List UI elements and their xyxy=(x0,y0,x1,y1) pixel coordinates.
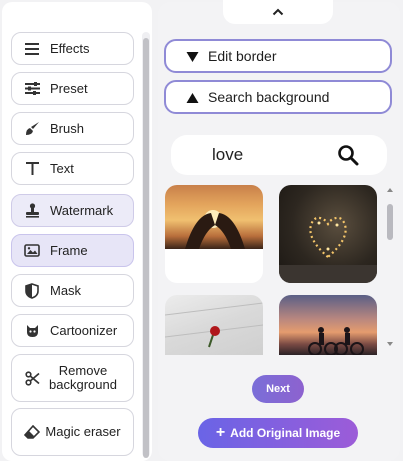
result-image-card[interactable] xyxy=(279,185,377,283)
tool-text[interactable]: Text xyxy=(11,152,134,185)
image-frame-icon xyxy=(23,242,41,260)
tool-label: Effects xyxy=(50,40,90,56)
add-original-image-label: Add Original Image xyxy=(230,426,341,440)
search-background-label: Search background xyxy=(208,89,330,105)
tool-watermark[interactable]: Watermark xyxy=(11,194,134,227)
brush-icon xyxy=(23,120,41,138)
tool-mask[interactable]: Mask xyxy=(11,274,134,307)
result-image[interactable] xyxy=(165,295,263,355)
tool-label: Cartoonizer xyxy=(50,322,118,338)
tool-preset[interactable]: Preset xyxy=(11,72,134,105)
sliders-icon xyxy=(23,80,41,98)
tool-label: Text xyxy=(50,160,74,176)
tool-remove-background[interactable]: Remove background xyxy=(11,354,134,402)
tool-effects[interactable]: Effects xyxy=(11,32,134,65)
stamp-icon xyxy=(23,202,41,220)
tool-label: Watermark xyxy=(50,202,114,218)
result-image-card[interactable] xyxy=(279,295,377,355)
tool-label: Frame xyxy=(50,242,88,258)
text-icon xyxy=(23,160,41,178)
tools-sidebar: Effects Preset Brush Text Watermark Fram… xyxy=(2,2,152,461)
triangle-down-icon xyxy=(186,50,199,62)
collapse-panel-button[interactable] xyxy=(223,0,333,24)
result-image[interactable] xyxy=(165,185,263,249)
chevron-up-icon xyxy=(272,3,284,21)
edit-border-label: Edit border xyxy=(208,48,277,64)
cartoon-icon xyxy=(23,322,41,340)
tool-label: Magic eraser xyxy=(45,424,121,439)
scissors-icon xyxy=(23,369,41,387)
tool-frame[interactable]: Frame xyxy=(11,234,134,267)
eraser-icon xyxy=(23,423,41,441)
next-button[interactable]: Next xyxy=(252,375,304,403)
tool-magic-eraser[interactable]: Magic eraser xyxy=(11,408,134,456)
tool-label: Remove background xyxy=(49,363,117,392)
result-image[interactable] xyxy=(279,185,377,283)
tool-cartoonizer[interactable]: Cartoonizer xyxy=(11,314,134,347)
search-field[interactable]: love xyxy=(171,135,387,175)
list-icon xyxy=(23,40,41,58)
search-query[interactable]: love xyxy=(212,145,243,165)
sidebar-scrollbar-thumb[interactable] xyxy=(143,38,149,458)
result-image-card[interactable] xyxy=(165,185,263,283)
search-background-button[interactable]: Search background xyxy=(164,80,392,114)
shield-icon xyxy=(23,282,41,300)
triangle-up-icon xyxy=(186,91,199,103)
add-original-image-button[interactable]: + Add Original Image xyxy=(198,418,358,448)
result-image[interactable] xyxy=(279,295,377,355)
tool-label: Preset xyxy=(50,80,88,96)
tool-label: Brush xyxy=(50,120,84,136)
search-icon[interactable] xyxy=(337,144,359,171)
results-scrollbar-thumb[interactable] xyxy=(387,204,393,240)
plus-icon: + xyxy=(215,424,226,441)
result-image-card[interactable] xyxy=(165,295,263,355)
tool-brush[interactable]: Brush xyxy=(11,112,134,145)
tool-label: Mask xyxy=(50,282,82,298)
edit-border-button[interactable]: Edit border xyxy=(164,39,392,73)
